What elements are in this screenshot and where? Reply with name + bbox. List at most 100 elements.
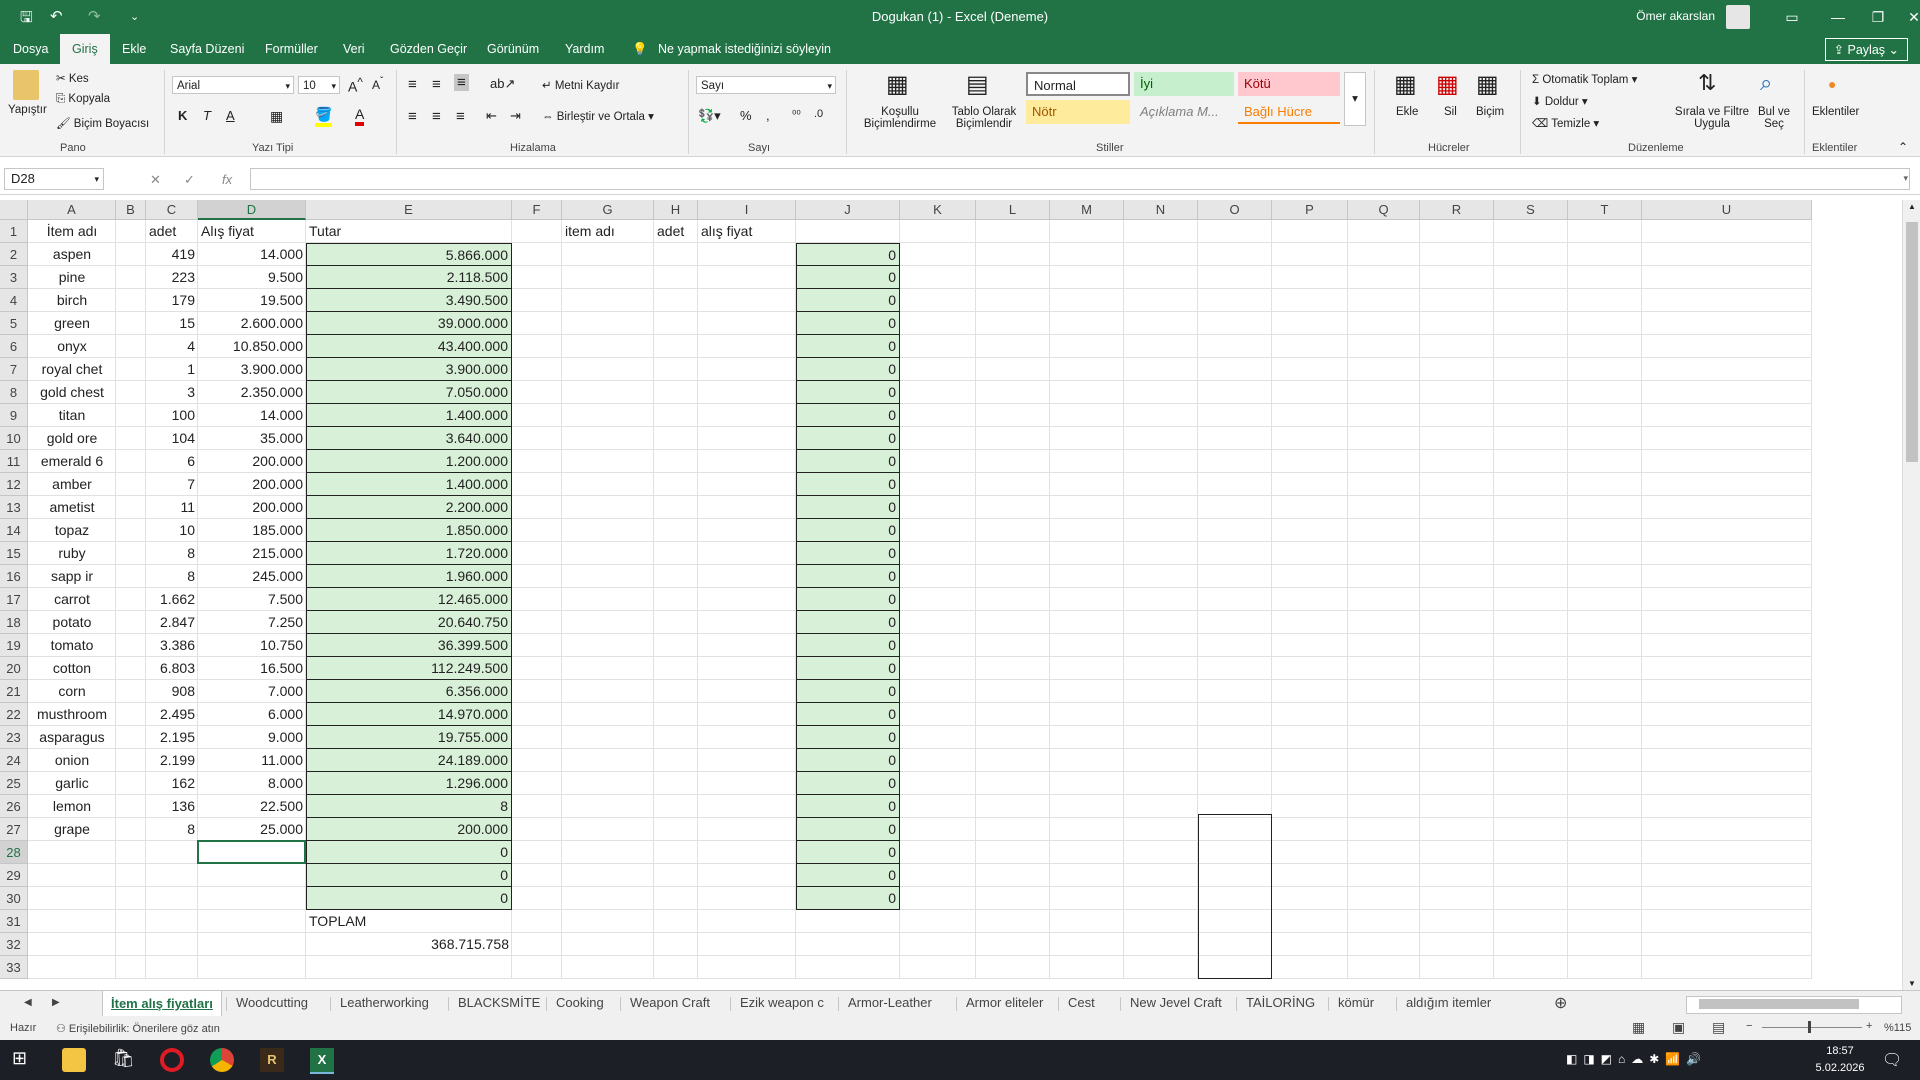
cut-button[interactable]: ✂ Kes [56,71,89,85]
zoom-slider-handle[interactable] [1808,1021,1811,1033]
cell-A15[interactable]: ruby [28,542,116,565]
cell-C20[interactable]: 6.803 [146,657,198,680]
increase-font-icon[interactable]: A^ [348,76,363,95]
cell-G1[interactable]: item adı [562,220,654,243]
scrollbar-thumb[interactable] [1906,222,1918,462]
row-header[interactable]: 30 [0,887,28,910]
row-header[interactable]: 14 [0,519,28,542]
cell-E23[interactable]: 19.755.000 [306,726,512,749]
align-middle-icon[interactable]: ≡ [432,76,441,93]
cell-E4[interactable]: 3.490.500 [306,289,512,312]
cell-C18[interactable]: 2.847 [146,611,198,634]
decrease-font-icon[interactable]: Aˇ [372,76,383,92]
sheet-tab[interactable]: Woodcutting [236,995,308,1010]
conditional-format-button[interactable]: Koşullu Biçimlendirme [852,106,948,130]
number-format-select[interactable]: Sayı ▾ [696,76,836,94]
styles-more-icon[interactable]: ▾ [1344,72,1366,126]
cell-A5[interactable]: green [28,312,116,335]
insert-cells-button[interactable]: Ekle [1396,106,1418,118]
cell-E8[interactable]: 7.050.000 [306,381,512,404]
cell-E2[interactable]: 5.866.000 [306,243,512,266]
cell-J8[interactable]: 0 [796,381,900,404]
row-header[interactable]: 31 [0,910,28,933]
cell-D25[interactable]: 8.000 [198,772,306,795]
cell-A2[interactable]: aspen [28,243,116,266]
cell-A3[interactable]: pine [28,266,116,289]
cell-C8[interactable]: 3 [146,381,198,404]
cell-J23[interactable]: 0 [796,726,900,749]
font-color-icon[interactable]: A [355,106,365,126]
merge-center-button[interactable]: ⇔ Birleştir ve Ortala ▾ [542,109,654,123]
style-iyi[interactable]: İyi [1134,72,1234,96]
align-bottom-icon[interactable]: ≡ [454,74,469,91]
underline-button[interactable]: A [226,108,235,123]
cell-E19[interactable]: 36.399.500 [306,634,512,657]
column-header[interactable]: U [1642,200,1812,220]
cell-D11[interactable]: 200.000 [198,450,306,473]
style-normal[interactable]: Normal [1026,72,1130,96]
zoom-level[interactable]: %115 [1884,1022,1911,1034]
windows-start-icon[interactable]: ⊞ [12,1048,36,1072]
cell-J12[interactable]: 0 [796,473,900,496]
row-header[interactable]: 33 [0,956,28,979]
sheet-tab[interactable]: Cooking [556,995,604,1010]
tab-sayfa-duzeni[interactable]: Sayfa Düzeni [170,42,244,56]
column-header[interactable]: K [900,200,976,220]
bold-button[interactable]: K [178,108,187,123]
cell-D12[interactable]: 200.000 [198,473,306,496]
cell-E13[interactable]: 2.200.000 [306,496,512,519]
currency-icon[interactable]: 💱▾ [698,108,721,124]
cell-J3[interactable]: 0 [796,266,900,289]
cell-A9[interactable]: titan [28,404,116,427]
row-header[interactable]: 19 [0,634,28,657]
cell-E12[interactable]: 1.400.000 [306,473,512,496]
sheet-tab[interactable]: aldığım itemler [1406,995,1491,1010]
name-box[interactable]: D28 ▾ [4,168,104,190]
cell-D6[interactable]: 10.850.000 [198,335,306,358]
align-left-icon[interactable]: ≡ [408,108,417,125]
cell-A10[interactable]: gold ore [28,427,116,450]
selected-cell-outline[interactable] [197,840,306,864]
cell-J28[interactable]: 0 [796,841,900,864]
cell-D8[interactable]: 2.350.000 [198,381,306,404]
row-header[interactable]: 28 [0,841,28,864]
row-header[interactable]: 26 [0,795,28,818]
cell-C1[interactable]: adet [146,220,198,243]
cell-C13[interactable]: 11 [146,496,198,519]
column-header[interactable]: M [1050,200,1124,220]
sheet-tab[interactable]: New Jevel Craft [1130,995,1222,1010]
prev-sheet-icon[interactable]: ◀ [24,997,32,1008]
cell-D5[interactable]: 2.600.000 [198,312,306,335]
zoom-in-icon[interactable]: + [1866,1020,1872,1032]
column-header[interactable]: T [1568,200,1642,220]
cell-J22[interactable]: 0 [796,703,900,726]
cell-D10[interactable]: 35.000 [198,427,306,450]
cell-A18[interactable]: potato [28,611,116,634]
row-header[interactable]: 23 [0,726,28,749]
sheet-tab[interactable]: İtem alış fiyatları [102,991,222,1016]
cell-E3[interactable]: 2.118.500 [306,266,512,289]
tab-gozden-gecir[interactable]: Gözden Geçir [390,42,467,56]
tab-gorunum[interactable]: Görünüm [487,42,539,56]
zoom-out-icon[interactable]: − [1746,1020,1752,1032]
autosum-button[interactable]: Σ Otomatik Toplam ▾ [1532,72,1637,86]
zoom-slider[interactable] [1762,1027,1862,1028]
sheet-tab[interactable]: TAİLORİNG [1246,995,1315,1010]
cell-J20[interactable]: 0 [796,657,900,680]
cell-C7[interactable]: 1 [146,358,198,381]
find-select-button[interactable]: Bul ve Seç [1754,106,1794,130]
row-header[interactable]: 15 [0,542,28,565]
cell-E1[interactable]: Tutar [306,220,512,243]
sheet-tab[interactable]: Leatherworking [340,995,429,1010]
clock-date[interactable]: 5.02.2026 [1808,1062,1872,1074]
copy-button[interactable]: ⎘ Kopyala [56,93,110,106]
cancel-icon[interactable]: ✕ [150,172,161,188]
cell-D19[interactable]: 10.750 [198,634,306,657]
cell-C19[interactable]: 3.386 [146,634,198,657]
cell-J24[interactable]: 0 [796,749,900,772]
cell-E11[interactable]: 1.200.000 [306,450,512,473]
cell-E27[interactable]: 200.000 [306,818,512,841]
cell-J6[interactable]: 0 [796,335,900,358]
store-icon[interactable]: 🛍 [112,1048,136,1072]
format-cells-button[interactable]: Biçim [1476,106,1504,118]
